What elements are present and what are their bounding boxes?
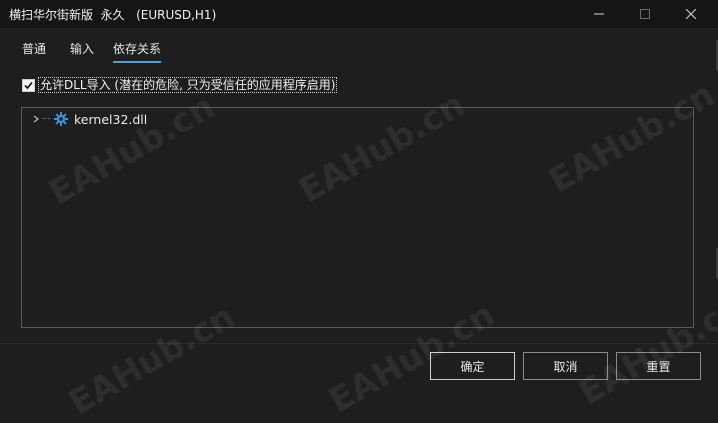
footer-divider	[0, 343, 718, 344]
allow-dll-option[interactable]: 允许DLL导入 (潜在的危险, 只为受信任的应用程序启用)	[22, 77, 338, 93]
close-icon	[686, 9, 696, 19]
tree-item-label: kernel32.dll	[74, 111, 148, 127]
reset-button[interactable]: 重置	[616, 352, 701, 380]
gear-icon	[53, 111, 69, 127]
minimize-icon	[594, 13, 604, 15]
expand-chevron-icon[interactable]	[30, 113, 42, 125]
tree-connector	[43, 118, 51, 120]
allow-dll-checkbox[interactable]	[22, 78, 35, 92]
close-button[interactable]	[668, 0, 714, 28]
title-bar: 横扫华尔街新版 永久 (EURUSD,H1)	[0, 0, 718, 28]
allow-dll-label[interactable]: 允许DLL导入 (潜在的危险, 只为受信任的应用程序启用)	[38, 77, 338, 93]
ok-button[interactable]: 确定	[430, 352, 515, 380]
tab-dependencies[interactable]: 依存关系	[113, 40, 162, 63]
tab-general[interactable]: 普通	[22, 40, 46, 61]
tab-bar: 普通 输入 依存关系	[0, 36, 718, 63]
tab-inputs[interactable]: 输入	[70, 40, 94, 61]
minimize-button[interactable]	[576, 0, 622, 28]
maximize-icon	[640, 9, 650, 19]
tree-item[interactable]: kernel32.dll	[30, 110, 147, 128]
checkmark-icon	[24, 81, 33, 89]
maximize-button[interactable]	[622, 0, 668, 28]
cancel-button[interactable]: 取消	[523, 352, 608, 380]
window-title: 横扫华尔街新版 永久 (EURUSD,H1)	[9, 8, 217, 22]
dependencies-tree[interactable]: kernel32.dll	[21, 107, 694, 328]
